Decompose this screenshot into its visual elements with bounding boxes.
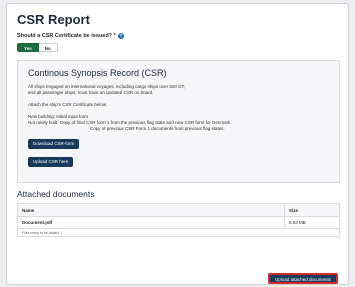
- help-circle-icon[interactable]: ?: [117, 33, 124, 39]
- upload-csr-button[interactable]: Upload CSR here: [28, 157, 74, 167]
- files-ready-note-row: Files ready to be added: 1: [18, 228, 339, 236]
- yes-option[interactable]: Yes: [17, 43, 39, 52]
- page-title: CSR Report: [17, 12, 90, 27]
- table-row[interactable]: Document.pdf 0.03 MB: [18, 216, 339, 228]
- csr-attach-text: Attach the ship's CSR Certificate below.: [28, 102, 108, 107]
- files-ready-note: Files ready to be added: 1: [22, 230, 63, 235]
- yes-no-toggle: Yes No: [17, 43, 338, 52]
- csr-text-line2: and all passenger ships, must have an up…: [28, 90, 154, 95]
- attached-documents-table: Name Size Document.pdf 0.03 MB Files rea…: [17, 203, 340, 237]
- csr-report-panel: CSR Report Should a CSR Certificate be i…: [6, 3, 349, 285]
- upload-attached-documents-button[interactable]: Upload attached documents: [267, 273, 338, 284]
- name-column-header: Name: [22, 207, 35, 213]
- attached-documents-title: Attached documents: [17, 189, 95, 199]
- question-label: Should a CSR Certificate be issued? *: [17, 33, 116, 39]
- csr-heading: Continous Synopsis Record (CSR): [28, 68, 167, 78]
- table-header: Name Size: [18, 204, 339, 216]
- csr-info-box: Continous Synopsis Record (CSR) All ship…: [17, 60, 340, 183]
- document-size: 0.03 MB: [284, 217, 339, 228]
- document-name: Document.pdf: [22, 220, 53, 225]
- download-csr-button[interactable]: Download CSR-form: [28, 139, 80, 149]
- certificate-question: Should a CSR Certificate be issued? * ?: [17, 33, 338, 39]
- no-option[interactable]: No: [38, 43, 58, 52]
- size-column-header: Size: [284, 204, 339, 216]
